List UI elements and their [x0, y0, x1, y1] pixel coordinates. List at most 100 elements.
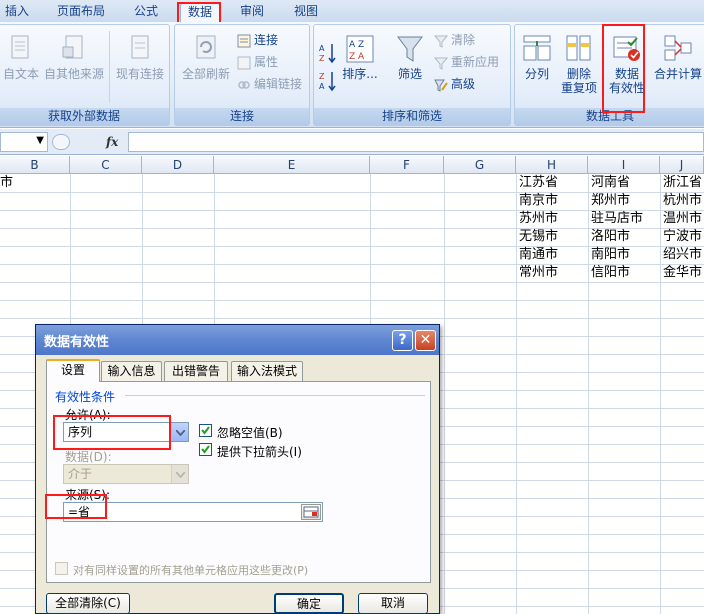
clear-filter-button[interactable]: 清除: [434, 31, 475, 49]
sort-descending-icon[interactable]: ZA: [318, 69, 338, 93]
advanced-filter-button[interactable]: 高级: [434, 75, 475, 93]
cell-j[interactable]: 杭州市: [660, 192, 704, 210]
allow-label: 允许(A):: [65, 408, 111, 422]
allow-select[interactable]: 序列: [63, 422, 189, 442]
help-icon[interactable]: ?: [392, 330, 413, 351]
sort-button[interactable]: A Z Z A 排序...: [340, 33, 380, 81]
column-header[interactable]: B: [0, 156, 70, 174]
data-label: 数据(D):: [65, 450, 112, 464]
column-header[interactable]: D: [142, 156, 214, 174]
data-operator-value: 介于: [68, 467, 93, 481]
source-input[interactable]: =省: [63, 502, 323, 522]
cell-b1[interactable]: 市: [0, 174, 67, 192]
connections-button[interactable]: 连接: [237, 31, 278, 49]
connections-label: 连接: [254, 33, 279, 47]
svg-text:Z: Z: [319, 72, 325, 81]
svg-text:Z: Z: [319, 54, 325, 63]
consolidate-label: 合并计算: [653, 67, 702, 81]
column-header[interactable]: J: [660, 156, 704, 174]
existing-connections-button[interactable]: 现有连接: [113, 33, 167, 81]
cancel-button[interactable]: 取消: [358, 593, 428, 614]
edit-links-button[interactable]: 编辑链接: [237, 75, 302, 93]
fx-button[interactable]: fx: [106, 134, 124, 150]
dropdown-label[interactable]: 提供下拉箭头(I): [217, 443, 302, 460]
cell-j[interactable]: 温州市: [660, 210, 704, 228]
cell-i[interactable]: 信阳市: [588, 264, 660, 282]
cell-i[interactable]: 郑州市: [588, 192, 660, 210]
range-select-icon[interactable]: [301, 504, 321, 520]
data-validation-dialog: 数据有效性 ? ✕ 设置 输入信息 出错警告 输入法模式 有效性条件 允许(A)…: [35, 324, 440, 614]
clear-all-button[interactable]: 全部清除(C): [46, 593, 130, 614]
chevron-down-icon[interactable]: [171, 423, 188, 441]
tab-review[interactable]: 审阅: [234, 3, 270, 22]
data-validation-button[interactable]: 数据 有效性: [607, 33, 647, 95]
tab-error-alert[interactable]: 出错警告: [164, 361, 228, 381]
dropdown-checkbox[interactable]: [199, 443, 212, 456]
consolidate-button[interactable]: 合并计算: [651, 33, 704, 81]
name-box-dropdown-icon[interactable]: ▼: [36, 135, 44, 146]
refresh-all-label: 全部刷新: [181, 67, 230, 81]
tab-view[interactable]: 视图: [288, 3, 324, 22]
formula-input[interactable]: [128, 132, 704, 152]
cell-h[interactable]: 无锡市: [516, 228, 588, 246]
cell-h[interactable]: 江苏省: [516, 174, 588, 192]
tab-formulas[interactable]: 公式: [128, 3, 164, 22]
from-other-sources-button[interactable]: 自其他来源: [43, 33, 105, 81]
cell-i[interactable]: 驻马店市: [588, 210, 660, 228]
tab-page-layout[interactable]: 页面布局: [52, 3, 110, 22]
cell-j[interactable]: 金华市: [660, 264, 704, 282]
dialog-titlebar[interactable]: 数据有效性 ? ✕: [36, 325, 439, 355]
group-divider: [109, 31, 110, 103]
svg-text:A Z: A Z: [349, 40, 364, 50]
cell-i[interactable]: 河南省: [588, 174, 660, 192]
column-header[interactable]: F: [370, 156, 444, 174]
cell-h[interactable]: 南京市: [516, 192, 588, 210]
cell-i[interactable]: 南阳市: [588, 246, 660, 264]
ignore-blank-checkbox[interactable]: [199, 424, 212, 437]
group-sort-filter: AZ ZA A ZZ A 排序... 筛选 清除 重新应用 高级 排序和筛选: [313, 24, 511, 126]
column-header[interactable]: G: [444, 156, 516, 174]
existing-connections-icon: [131, 35, 149, 59]
refresh-all-button[interactable]: 全部刷新: [179, 33, 233, 81]
cell-j[interactable]: 宁波市: [660, 228, 704, 246]
name-box[interactable]: ▼: [0, 132, 48, 152]
cell-j[interactable]: 绍兴市: [660, 246, 704, 264]
cell-i[interactable]: 洛阳市: [588, 228, 660, 246]
column-header[interactable]: C: [70, 156, 142, 174]
from-text-button[interactable]: 自文本: [1, 33, 41, 81]
close-icon[interactable]: ✕: [415, 330, 436, 351]
cell-h[interactable]: 苏州市: [516, 210, 588, 228]
tab-input-message[interactable]: 输入信息: [101, 361, 162, 381]
section-divider: [125, 395, 425, 396]
text-to-columns-button[interactable]: 分列: [519, 33, 555, 81]
from-text-label: 自文本: [2, 67, 39, 81]
sort-ascending-icon[interactable]: AZ: [318, 41, 338, 65]
tab-settings[interactable]: 设置: [46, 359, 100, 382]
remove-duplicates-icon: [566, 35, 591, 61]
filter-button[interactable]: 筛选: [392, 33, 428, 81]
column-header[interactable]: H: [516, 156, 588, 174]
cell-h[interactable]: 南通市: [516, 246, 588, 264]
text-to-columns-label: 分列: [524, 67, 549, 81]
ignore-blank-label[interactable]: 忽略空值(B): [217, 424, 283, 441]
reapply-button[interactable]: 重新应用: [434, 53, 499, 71]
column-header[interactable]: I: [588, 156, 660, 174]
tab-data[interactable]: 数据: [180, 3, 220, 22]
validation-criteria-heading: 有效性条件: [55, 390, 116, 404]
formula-bar-splitter[interactable]: [52, 134, 70, 150]
group-label-data-tools: 数据工具: [515, 108, 704, 125]
ok-button[interactable]: 确定: [274, 593, 344, 614]
group-label-get-external: 获取外部数据: [0, 108, 169, 125]
remove-duplicates-button[interactable]: 删除 重复项: [559, 33, 599, 95]
tab-insert[interactable]: 插入: [0, 3, 34, 22]
tab-ime-mode[interactable]: 输入法模式: [231, 361, 303, 381]
ribbon: 自文本 自其他来源 现有连接 获取外部数据 全部刷新 连接 属性 编辑链接 连接: [0, 22, 704, 128]
properties-button[interactable]: 属性: [237, 53, 278, 71]
cell-j[interactable]: 浙江省: [660, 174, 704, 192]
column-header[interactable]: E: [214, 156, 370, 174]
filter-funnel-icon: [397, 36, 423, 62]
sort-dialog-icon: A Z Z A: [346, 35, 374, 63]
cell-h[interactable]: 常州市: [516, 264, 588, 282]
clear-filter-icon: [434, 35, 448, 48]
reapply-label: 重新应用: [451, 55, 500, 69]
